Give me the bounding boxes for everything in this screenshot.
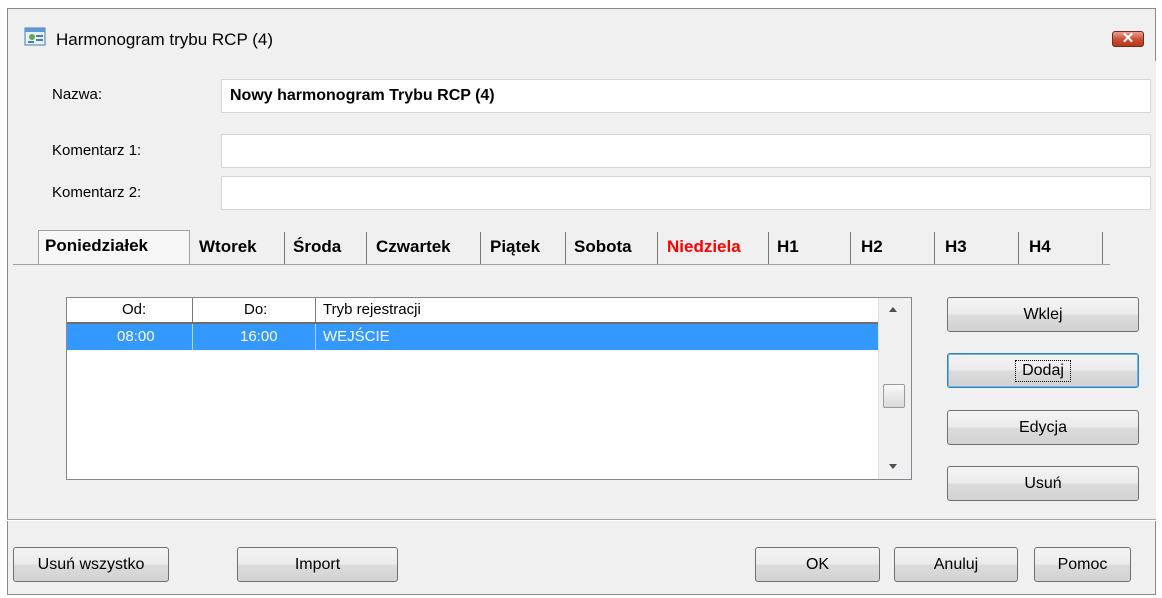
tab-strip-baseline <box>13 264 1110 265</box>
schedule-table[interactable]: Od: Do: Tryb rejestracji 08:00 16:00 WEJ… <box>66 297 912 480</box>
window-title: Harmonogram trybu RCP (4) <box>56 30 273 49</box>
dodaj-button[interactable]: Dodaj <box>947 353 1139 388</box>
close-button[interactable]: ✕ <box>1112 30 1144 47</box>
usun-wszystko-button[interactable]: Usuń wszystko <box>13 547 169 582</box>
row-divider <box>192 324 193 350</box>
pomoc-button[interactable]: Pomoc <box>1034 547 1131 582</box>
scroll-down-arrow-icon[interactable] <box>889 464 897 469</box>
comment2-field[interactable] <box>221 176 1151 210</box>
wklej-button-label: Wklej <box>1023 306 1063 323</box>
tab-poniedzialek[interactable]: Poniedziałek <box>38 230 190 265</box>
column-header-od[interactable]: Od: <box>122 298 146 322</box>
import-label: Import <box>294 556 341 573</box>
usun-button-label: Usuń <box>1024 475 1062 492</box>
column-divider[interactable] <box>315 298 316 322</box>
edycja-button[interactable]: Edycja <box>947 410 1139 445</box>
usun-button[interactable]: Usuń <box>947 466 1139 501</box>
tab-h3[interactable]: H3 <box>939 232 1019 265</box>
column-header-do[interactable]: Do: <box>244 298 267 322</box>
table-header: Od: Do: Tryb rejestracji <box>67 298 879 324</box>
scrollbar-thumb[interactable] <box>883 384 905 408</box>
schedule-app-icon <box>24 25 46 47</box>
row-divider <box>315 324 316 350</box>
tab-h1[interactable]: H1 <box>771 232 851 265</box>
close-icon: ✕ <box>1121 30 1135 47</box>
wklej-button[interactable]: Wklej <box>947 297 1139 332</box>
comment2-label: Komentarz 2: <box>52 184 142 201</box>
cell-od: 08:00 <box>117 328 155 345</box>
usun-wszystko-label: Usuń wszystko <box>37 556 145 573</box>
tab-czwartek[interactable]: Czwartek <box>370 232 481 265</box>
dialog-content: Nazwa: Nowy harmonogram Trybu RCP (4) Ko… <box>9 61 1156 535</box>
column-divider[interactable] <box>192 298 193 322</box>
comment1-field[interactable] <box>221 134 1151 168</box>
cell-tryb: WEJŚCIE <box>323 328 390 345</box>
name-label: Nazwa: <box>52 86 103 103</box>
tab-h2[interactable]: H2 <box>855 232 935 265</box>
edycja-button-label: Edycja <box>1018 419 1068 436</box>
tab-h4[interactable]: H4 <box>1023 232 1103 265</box>
dialog-window: Harmonogram trybu RCP (4) ✕ Nazwa: Nowy … <box>7 8 1156 595</box>
tab-wtorek[interactable]: Wtorek <box>193 232 285 265</box>
dodaj-button-label: Dodaj <box>1015 360 1071 382</box>
anuluj-label: Anuluj <box>933 556 979 573</box>
tab-piatek[interactable]: Piątek <box>484 232 566 265</box>
scroll-up-arrow-icon[interactable] <box>889 307 897 312</box>
ok-label: OK <box>805 556 830 573</box>
tab-sroda[interactable]: Środa <box>287 232 367 265</box>
import-button[interactable]: Import <box>237 547 398 582</box>
dialog-footer: Usuń wszystko Import OK Anuluj Pomoc <box>7 521 1156 595</box>
pomoc-label: Pomoc <box>1057 556 1108 573</box>
tab-sobota[interactable]: Sobota <box>568 232 658 265</box>
table-row[interactable]: 08:00 16:00 WEJŚCIE <box>67 324 879 350</box>
tab-niedziela[interactable]: Niedziela <box>661 232 769 265</box>
title-bar[interactable]: Harmonogram trybu RCP (4) ✕ <box>8 9 1155 61</box>
anuluj-button[interactable]: Anuluj <box>894 547 1018 582</box>
comment1-label: Komentarz 1: <box>52 142 142 159</box>
cell-do: 16:00 <box>240 328 278 345</box>
column-header-tryb[interactable]: Tryb rejestracji <box>323 298 421 322</box>
ok-button[interactable]: OK <box>755 547 880 582</box>
name-field[interactable]: Nowy harmonogram Trybu RCP (4) <box>221 79 1151 113</box>
vertical-scrollbar[interactable] <box>878 298 911 479</box>
